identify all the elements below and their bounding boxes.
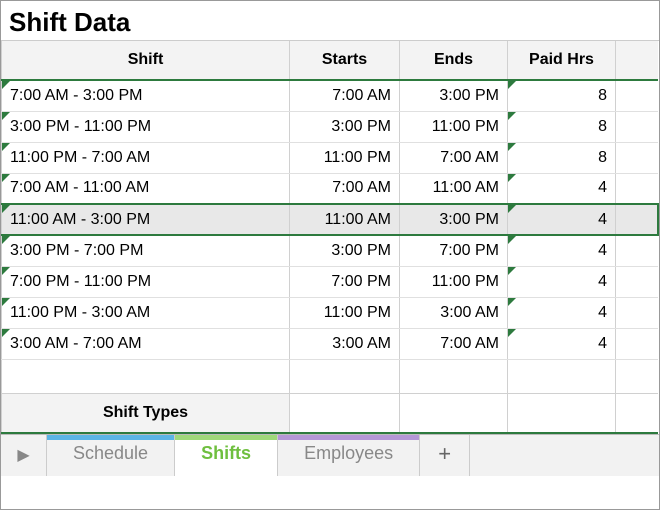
cell-paid-hrs[interactable]: 4 [508,173,616,204]
cell-empty[interactable] [616,173,659,204]
cell-paid-hrs[interactable]: 4 [508,328,616,359]
cell-paid-hrs[interactable]: 4 [508,204,616,235]
col-header-paid-hrs[interactable]: Paid Hrs [508,41,616,80]
section-header-row: Shift Types [2,393,659,433]
cell-empty[interactable] [290,359,400,393]
page-title: Shift Data [1,1,659,41]
cell-empty[interactable] [616,266,659,297]
cell-shift[interactable]: 11:00 PM - 7:00 AM [2,142,290,173]
cell-empty[interactable] [616,235,659,266]
table-row[interactable]: 3:00 PM - 11:00 PM3:00 PM11:00 PM8 [2,111,659,142]
cell-starts[interactable]: 3:00 PM [290,235,400,266]
cell-ends[interactable]: 11:00 PM [400,266,508,297]
table-row[interactable]: 7:00 AM - 3:00 PM7:00 AM3:00 PM8 [2,80,659,111]
col-header-ends[interactable]: Ends [400,41,508,80]
cell-shift[interactable]: 7:00 AM - 11:00 AM [2,173,290,204]
cell-empty[interactable] [616,204,659,235]
shift-table: Shift Starts Ends Paid Hrs 7:00 AM - 3:0… [1,41,659,434]
cell-starts[interactable]: 7:00 PM [290,266,400,297]
cell-ends[interactable]: 7:00 PM [400,235,508,266]
cell-ends[interactable]: 3:00 PM [400,204,508,235]
cell-starts[interactable]: 11:00 AM [290,204,400,235]
cell-starts[interactable]: 3:00 AM [290,328,400,359]
cell-starts[interactable]: 3:00 PM [290,111,400,142]
tab-shifts[interactable]: Shifts [175,435,278,476]
table-row[interactable]: 11:00 PM - 7:00 AM11:00 PM7:00 AM8 [2,142,659,173]
cell-empty[interactable] [616,297,659,328]
sheet-nav-button[interactable]: ▶ [1,435,47,476]
cell-ends[interactable]: 7:00 AM [400,142,508,173]
cell-empty[interactable] [290,393,400,433]
tab-add-sheet[interactable]: + [420,435,470,476]
table-header-row: Shift Starts Ends Paid Hrs [2,41,659,80]
sheet-tabs: ▶ Schedule Shifts Employees + [1,434,659,476]
cell-empty[interactable] [508,393,616,433]
cell-empty[interactable] [616,328,659,359]
cell-starts[interactable]: 7:00 AM [290,80,400,111]
cell-empty[interactable] [616,142,659,173]
col-header-starts[interactable]: Starts [290,41,400,80]
table-row-blank[interactable] [2,359,659,393]
cell-starts[interactable]: 11:00 PM [290,297,400,328]
cell-shift[interactable]: 11:00 PM - 3:00 AM [2,297,290,328]
tab-employees[interactable]: Employees [278,435,420,476]
cell-shift[interactable]: 7:00 AM - 3:00 PM [2,80,290,111]
cell-empty[interactable] [616,111,659,142]
col-header-shift[interactable]: Shift [2,41,290,80]
cell-paid-hrs[interactable]: 4 [508,266,616,297]
col-header-empty [616,41,659,80]
cell-paid-hrs[interactable]: 4 [508,297,616,328]
cell-ends[interactable]: 3:00 AM [400,297,508,328]
table-row[interactable]: 7:00 AM - 11:00 AM7:00 AM11:00 AM4 [2,173,659,204]
play-icon: ▶ [17,445,29,465]
cell-shift[interactable]: 3:00 PM - 7:00 PM [2,235,290,266]
cell-empty[interactable] [508,359,616,393]
cell-empty[interactable] [400,393,508,433]
cell-shift[interactable]: 7:00 PM - 11:00 PM [2,266,290,297]
cell-empty[interactable] [2,359,290,393]
cell-shift[interactable]: 3:00 AM - 7:00 AM [2,328,290,359]
cell-paid-hrs[interactable]: 8 [508,80,616,111]
cell-empty[interactable] [400,359,508,393]
section-header-shift-types[interactable]: Shift Types [2,393,290,433]
cell-shift[interactable]: 11:00 AM - 3:00 PM [2,204,290,235]
table-row[interactable]: 11:00 PM - 3:00 AM11:00 PM3:00 AM4 [2,297,659,328]
cell-ends[interactable]: 11:00 AM [400,173,508,204]
cell-ends[interactable]: 11:00 PM [400,111,508,142]
tab-schedule[interactable]: Schedule [47,435,175,476]
table-row[interactable]: 3:00 PM - 7:00 PM3:00 PM7:00 PM4 [2,235,659,266]
cell-starts[interactable]: 7:00 AM [290,173,400,204]
cell-empty[interactable] [616,80,659,111]
cell-paid-hrs[interactable]: 8 [508,111,616,142]
cell-shift[interactable]: 3:00 PM - 11:00 PM [2,111,290,142]
table-row[interactable]: 11:00 AM - 3:00 PM11:00 AM3:00 PM4 [2,204,659,235]
table-row[interactable]: 7:00 PM - 11:00 PM7:00 PM11:00 PM4 [2,266,659,297]
table-row[interactable]: 3:00 AM - 7:00 AM3:00 AM7:00 AM4 [2,328,659,359]
cell-ends[interactable]: 3:00 PM [400,80,508,111]
cell-empty[interactable] [616,393,659,433]
cell-paid-hrs[interactable]: 8 [508,142,616,173]
cell-ends[interactable]: 7:00 AM [400,328,508,359]
cell-paid-hrs[interactable]: 4 [508,235,616,266]
cell-empty[interactable] [616,359,659,393]
cell-starts[interactable]: 11:00 PM [290,142,400,173]
